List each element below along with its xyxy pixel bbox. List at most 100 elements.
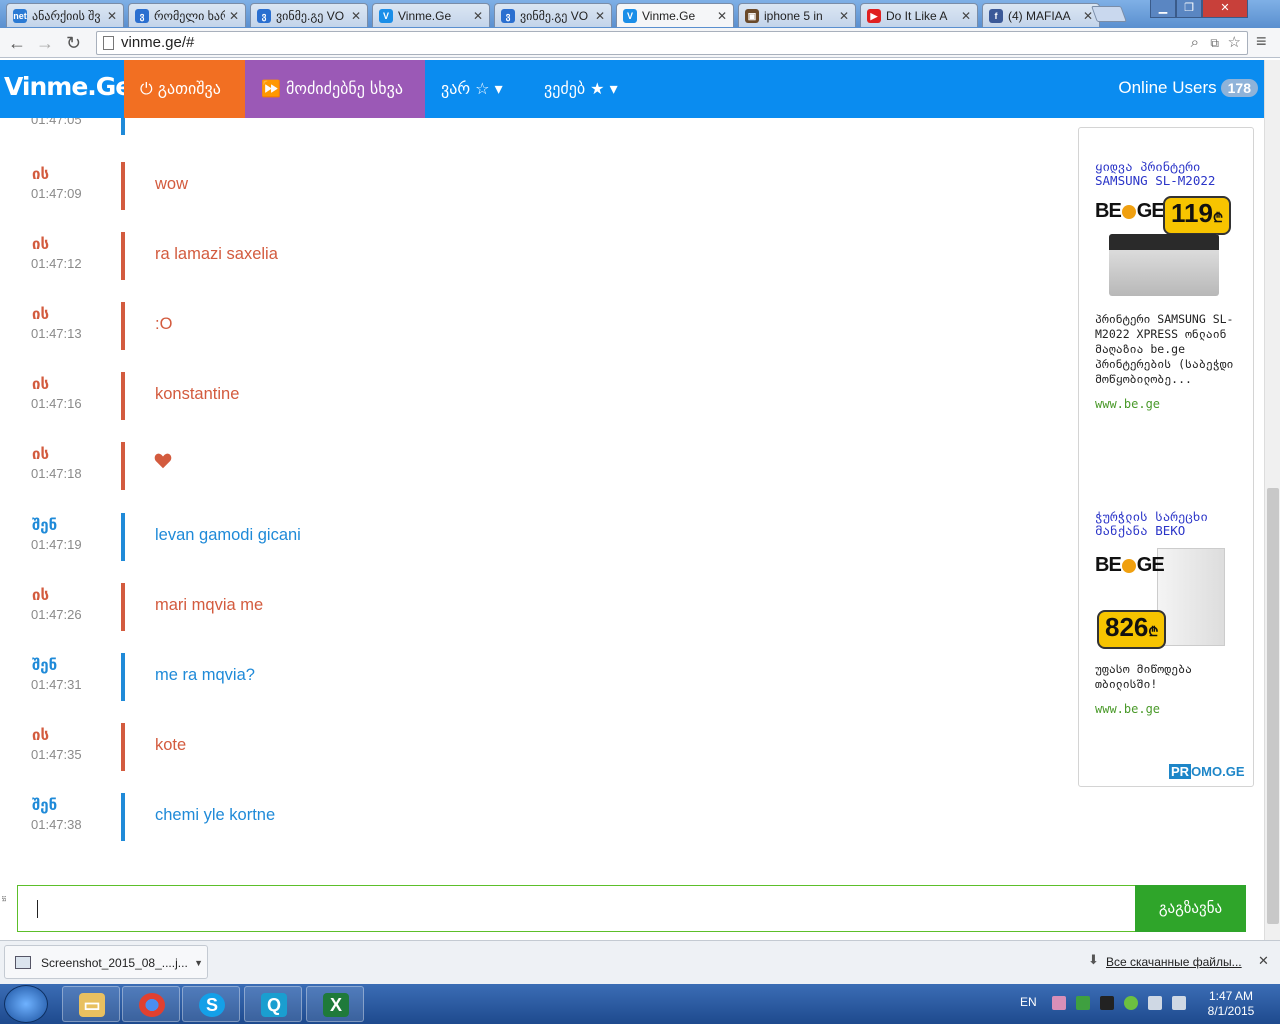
excel-taskbar-button[interactable]: X [306,986,364,1022]
scrollbar-thumb[interactable] [1267,488,1279,924]
message-author: ის [32,375,49,393]
q-app-icon: Q [261,993,287,1017]
translate-icon[interactable]: ⧉ [1210,32,1219,54]
browser-tab[interactable]: ▣ iphone 5 in ✕ [738,3,856,27]
tab-close-icon[interactable]: ✕ [351,9,361,23]
ad-image[interactable]: BE GE 826₾ [1095,546,1229,650]
message-bar [121,302,125,350]
network-icon[interactable] [1148,996,1162,1010]
address-text: vinme.ge/# [121,34,195,51]
send-button[interactable]: გაგზავნა [1135,885,1246,932]
tab-close-icon[interactable]: ✕ [229,9,239,23]
page-icon [103,36,114,50]
tab-close-icon[interactable]: ✕ [839,9,849,23]
browser-tab[interactable]: ვ რომელი ხარ ✕ [128,3,246,27]
browser-tab[interactable]: ▶ Do It Like A ✕ [860,3,978,27]
promo-logo[interactable]: PR OMO.GE [1169,764,1245,779]
chat-message: ის 01:47:09 wow [0,162,1060,212]
i-am-dropdown[interactable]: ვარ ☆ ▾ [425,60,519,118]
ad-image[interactable]: BE GE 119₾ [1095,196,1231,300]
disconnect-button[interactable]: ⏻ გათიშვა [124,60,245,118]
browser-toolbar: ← → ↻ vinme.ge/# ⌕ ⧉ ☆ ≡ [0,28,1280,58]
menu-icon[interactable]: ≡ [1256,31,1267,52]
bege-logo: BE GE [1095,200,1165,222]
chat-message: ის 01:47:26 mari mqvia me [0,583,1060,633]
message-time: 01:47:38 [31,817,82,832]
language-indicator[interactable]: EN [1020,995,1037,1009]
youtube-favicon-icon: ▶ [867,8,881,23]
ad-url[interactable]: www.be.ge [1095,397,1245,411]
bookmark-star-icon[interactable]: ☆ [1228,32,1241,54]
browser-tab[interactable]: ვ ვინმე.გე VO ✕ [494,3,612,27]
tab-close-icon[interactable]: ✕ [473,9,483,23]
chat-message: ის 01:47:12 ra lamazi saxelia [0,232,1060,282]
tab-title: Vinme.Ge [398,8,452,23]
tab-close-icon[interactable]: ✕ [961,9,971,23]
chat-message: შენ 01:47:31 me ra mqvia? [0,653,1060,703]
zoom-icon[interactable]: ⌕ [1191,32,1199,54]
chrome-taskbar-button[interactable] [122,986,180,1022]
chevron-down-icon[interactable]: ▼ [194,946,203,980]
chat-message: ის 01:47:13:O [0,302,1060,352]
message-author: ის [32,445,49,463]
browser-tab[interactable]: net ანარქიის შვ ✕ [6,3,124,27]
message-author: ის [32,586,49,604]
browser-tab[interactable]: ვ ვინმე.გე VO ✕ [250,3,368,27]
ad-title[interactable]: ჭურჭლის სარეცხი მანქანა BEKO [1095,510,1245,538]
clock-date: 8/1/2015 [1207,1004,1255,1018]
tab-close-icon[interactable]: ✕ [595,9,605,23]
skype-taskbar-button[interactable]: S [182,986,240,1022]
system-clock[interactable]: 1:47 AM 8/1/2015 [1200,989,1262,1019]
image-file-icon [15,956,31,969]
download-shelf: Screenshot_2015_08_....j... ▼ ⬇ Все скач… [0,940,1280,984]
browser-tab[interactable]: f (4) MAFIAA ✕ [982,3,1100,27]
message-input[interactable] [17,885,1246,932]
new-tab-button[interactable] [1091,6,1127,22]
tab-title: ვინმე.გე VO [520,8,589,23]
ad-dishwasher[interactable]: ჭურჭლის სარეცხი მანქანა BEKO BE GE 826₾ უ… [1095,510,1245,716]
tab-close-icon[interactable]: ✕ [717,9,727,23]
letter-favicon-icon: ვ [257,8,271,23]
browser-tab-strip: net ანარქიის შვ ✕ ვ რომელი ხარ ✕ ვ ვინმე.გე VO ✕… [0,0,1280,28]
forward-icon[interactable]: → [36,33,54,54]
maximize-button[interactable]: ❐ [1176,0,1202,18]
browser-tab[interactable]: V Vinme.Ge ✕ [372,3,490,27]
message-text: konstantine [155,385,240,403]
tray-shield-icon[interactable] [1124,996,1138,1010]
page-scrollbar[interactable] [1264,60,1280,940]
online-users: Online Users 178 [1118,78,1258,98]
chat-message: შენ 01:47:38 chemi yle kortne [0,793,1060,843]
site-logo[interactable]: Vinme.Ge [4,72,132,101]
ad-title[interactable]: ყიდვა პრინტერი SAMSUNG SL-M2022 [1095,160,1245,188]
tv-favicon-icon: ▣ [745,8,759,23]
volume-icon[interactable] [1172,996,1186,1010]
back-icon[interactable]: ← [8,33,26,54]
message-text: wow [155,175,189,193]
tray-monitor-icon[interactable] [1100,996,1114,1010]
qip-taskbar-button[interactable]: Q [244,986,302,1022]
address-bar[interactable]: vinme.ge/# ⌕ ⧉ ☆ [96,31,1248,55]
i-seek-dropdown[interactable]: ვეძებ ★ ▾ [528,60,634,118]
ad-printer[interactable]: ყიდვა პრინტერი SAMSUNG SL-M2022 BE GE 119… [1095,160,1245,412]
window-close-button[interactable]: ✕ [1202,0,1248,18]
chat-message: შენ 01:47:19 levan gamodi gicani [0,513,1060,563]
tray-check-icon[interactable] [1076,996,1090,1010]
message-time: 01:47:13 [31,326,82,341]
online-users-count: 178 [1220,79,1258,97]
minimize-button[interactable]: ▁ [1150,0,1176,18]
search-other-button[interactable]: ⏩ მოძიძებნე სხვა [245,60,425,118]
browser-tab[interactable]: V Vinme.Ge ✕ [616,3,734,27]
tray-app-icon[interactable] [1052,996,1066,1010]
reload-icon[interactable]: ↻ [66,33,81,54]
windows-taskbar: ▭ S Q X EN 1:47 AM 8/1/2015 [0,984,1280,1024]
show-all-downloads-link[interactable]: Все скачанные файлы... [1106,955,1242,969]
download-item[interactable]: Screenshot_2015_08_....j... ▼ [4,945,208,979]
start-button[interactable] [4,985,48,1023]
tab-close-icon[interactable]: ✕ [107,9,117,23]
price-tag: 119₾ [1163,196,1231,235]
explorer-taskbar-button[interactable]: ▭ [62,986,120,1022]
ad-url[interactable]: www.be.ge [1095,702,1245,716]
close-icon[interactable]: ✕ [1258,953,1269,969]
folder-icon: ▭ [79,993,105,1017]
tab-close-icon[interactable]: ✕ [1083,9,1093,23]
